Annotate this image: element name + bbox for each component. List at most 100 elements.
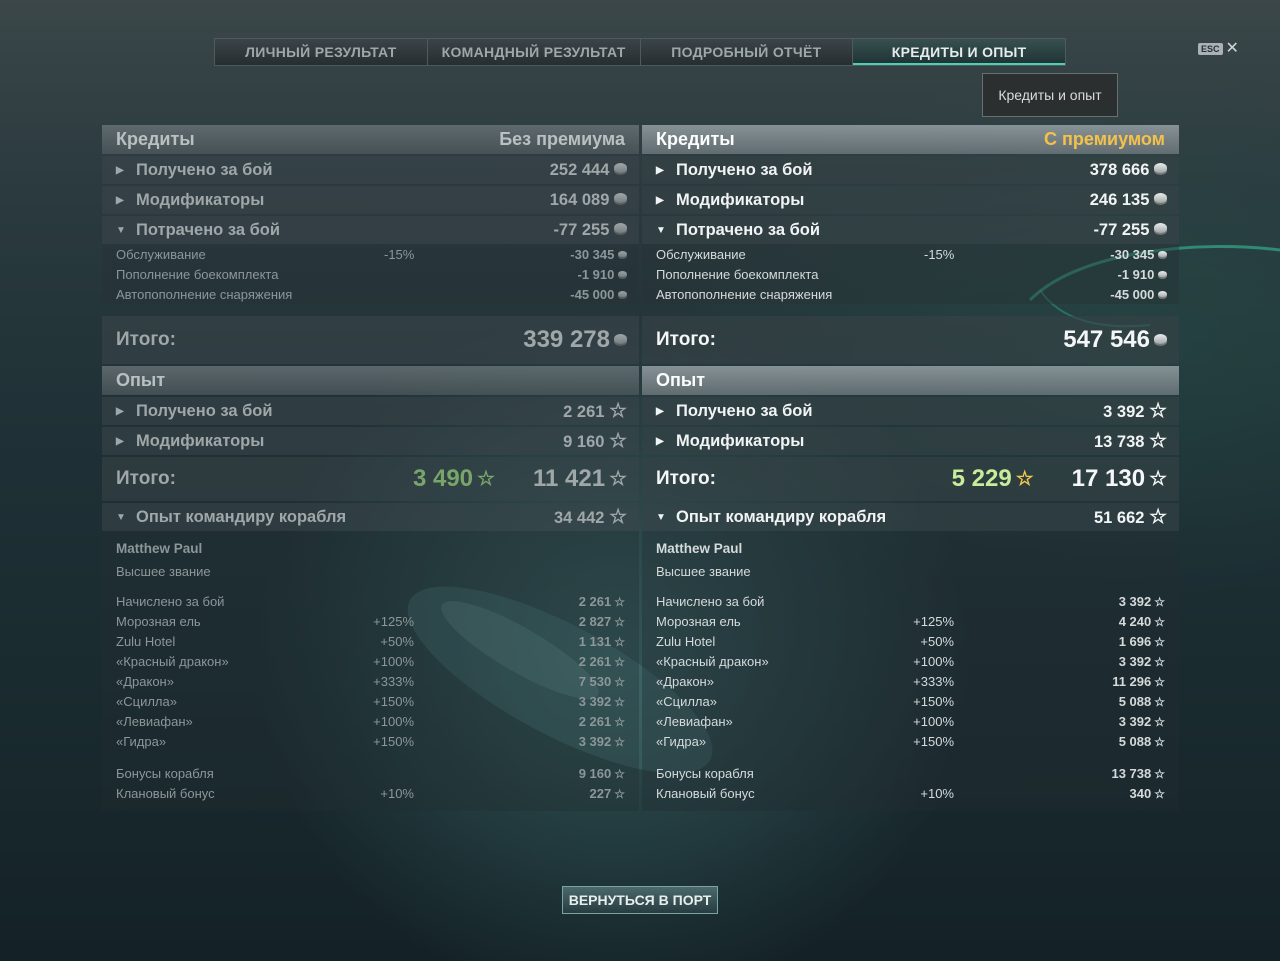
ship-bonus-row: Бонусы корабля 9 160 ☆	[116, 763, 625, 783]
xp-total-row: Итого: 3 490 ☆ 11 421 ☆	[102, 457, 639, 501]
bonus-row: «Красный дракон» +100% 2 261 ☆	[116, 651, 625, 671]
star-icon: ☆	[1154, 654, 1165, 669]
row-label: Потрачено за бой	[676, 220, 820, 239]
credits-total-value: 339 278	[523, 326, 610, 353]
xp-title: Опыт	[656, 370, 706, 390]
star-icon: ☆	[1154, 634, 1165, 649]
clan-bonus-value: 227	[589, 785, 612, 801]
row-label: Опыт командиру корабля	[136, 507, 347, 526]
commander-name: Matthew Paul	[116, 541, 203, 556]
star-icon: ☆	[609, 505, 627, 528]
panel-without-premium: Кредиты Без премиума ▶ Получено за бой 25…	[102, 125, 639, 811]
total-label: Итого:	[656, 468, 716, 489]
star-icon: ☆	[1154, 594, 1165, 609]
ship-bonus-label: Бонусы корабля	[656, 765, 754, 781]
xp-earned-row[interactable]: ▶ Получено за бой 3 392 ☆	[642, 397, 1179, 425]
bonus-pct: +50%	[380, 633, 414, 649]
xp-modifiers-value: 13 738	[1094, 432, 1145, 451]
credits-icon	[1154, 192, 1167, 205]
bonus-pct: +150%	[913, 693, 954, 709]
tab-team-result[interactable]: КОМАНДНЫЙ РЕЗУЛЬТАТ	[427, 39, 641, 65]
bonus-label: Zulu Hotel	[116, 633, 176, 649]
clan-bonus-row: Клановый бонус +10% 340 ☆	[656, 783, 1165, 811]
credits-earned-row[interactable]: ▶ Получено за бой 252 444	[102, 156, 639, 184]
expand-arrow-icon: ▶	[116, 405, 124, 417]
bonus-row: «Гидра» +150% 3 392 ☆	[116, 731, 625, 751]
expand-arrow-icon: ▶	[656, 405, 664, 417]
bonus-pct: +100%	[373, 653, 414, 669]
bonus-pct: +100%	[373, 713, 414, 729]
tab-detailed-report[interactable]: ПОДРОБНЫЙ ОТЧЁТ	[640, 39, 854, 65]
credits-icon	[1158, 250, 1167, 259]
bonus-label: «Гидра»	[656, 733, 707, 749]
xp-earned-value: 3 392	[1103, 402, 1145, 421]
bonus-row: Морозная ель +125% 2 827 ☆	[116, 611, 625, 631]
ammo-row: Пополнение боекомплекта -1 910	[102, 264, 639, 284]
star-icon: ☆	[1154, 694, 1165, 709]
credits-earned-row[interactable]: ▶ Получено за бой 378 666	[642, 156, 1179, 184]
star-icon: ☆	[609, 429, 627, 452]
bonus-label: «Красный дракон»	[656, 653, 769, 669]
close-button[interactable]: ESC ✕	[1198, 40, 1239, 57]
xp-header: Опыт	[642, 366, 1179, 395]
mode-label: Без премиума	[499, 129, 625, 149]
credits-icon	[1158, 270, 1167, 279]
star-icon: ☆	[1154, 614, 1165, 629]
clan-bonus-row: Клановый бонус +10% 227 ☆	[116, 783, 625, 811]
auto-resupply-value: -45 000	[570, 286, 615, 302]
clan-bonus-pct: +10%	[380, 785, 414, 801]
bonus-row: «Дракон» +333% 7 530 ☆	[116, 671, 625, 691]
bonus-value: 3 392	[578, 693, 612, 709]
tab-personal-result[interactable]: ЛИЧНЫЙ РЕЗУЛЬТАТ	[215, 39, 428, 65]
total-label: Итого:	[116, 329, 176, 350]
bonus-pct: +150%	[373, 693, 414, 709]
accrued-row: Начислено за бой 3 392 ☆	[656, 591, 1165, 611]
credits-icon	[614, 222, 627, 235]
accrued-label: Начислено за бой	[656, 593, 765, 609]
xp-modifiers-row[interactable]: ▶ Модификаторы 9 160 ☆	[102, 427, 639, 455]
credits-spent-row[interactable]: ▼ Потрачено за бой -77 255	[642, 216, 1179, 244]
accrued-label: Начислено за бой	[116, 593, 225, 609]
xp-modifiers-row[interactable]: ▶ Модификаторы 13 738 ☆	[642, 427, 1179, 455]
credits-modifiers-row[interactable]: ▶ Модификаторы 246 135	[642, 186, 1179, 214]
bonus-pct: +125%	[373, 613, 414, 629]
star-icon: ☆	[614, 594, 625, 609]
bonus-row: «Гидра» +150% 5 088 ☆	[656, 731, 1165, 751]
commander-xp-row[interactable]: ▼ Опыт командиру корабля 34 442 ☆	[102, 503, 639, 531]
expand-arrow-icon: ▶	[116, 164, 124, 176]
close-icon: ✕	[1225, 40, 1239, 57]
clan-bonus-label: Клановый бонус	[656, 785, 755, 801]
star-icon: ☆	[609, 399, 627, 422]
service-value: -30 345	[570, 246, 615, 262]
star-icon: ☆	[1149, 505, 1167, 528]
star-icon: ☆	[614, 614, 625, 629]
panel-with-premium: Кредиты С премиумом ▶ Получено за бой 378…	[642, 125, 1179, 811]
xp-total-value: 17 130	[1071, 465, 1146, 492]
commander-details: Matthew Paul Высшее звание Начислено за …	[102, 531, 639, 811]
collapse-arrow-icon: ▼	[656, 511, 666, 523]
star-icon: ☆	[614, 766, 625, 781]
tab-bar: ЛИЧНЫЙ РЕЗУЛЬТАТ КОМАНДНЫЙ РЕЗУЛЬТАТ ПОД…	[214, 38, 1066, 66]
star-icon: ☆	[1149, 468, 1167, 490]
credits-modifiers-row[interactable]: ▶ Модификаторы 164 089	[102, 186, 639, 214]
return-to-port-button[interactable]: ВЕРНУТЬСЯ В ПОРТ	[562, 886, 718, 914]
star-icon: ☆	[614, 674, 625, 689]
credits-icon	[1158, 290, 1167, 299]
commander-xp-row[interactable]: ▼ Опыт командиру корабля 51 662 ☆	[642, 503, 1179, 531]
row-label: Получено за бой	[136, 160, 273, 179]
expand-arrow-icon: ▶	[656, 194, 664, 206]
service-pct: -15%	[384, 246, 415, 262]
bonus-label: «Дракон»	[116, 673, 174, 689]
accrued-value: 3 392	[1118, 593, 1152, 609]
bonus-label: Морозная ель	[116, 613, 201, 629]
auto-resupply-label: Автопополнение снаряжения	[656, 286, 833, 302]
credits-icon	[614, 162, 627, 175]
bonus-label: «Сцилла»	[656, 693, 717, 709]
tab-credits-and-xp[interactable]: КРЕДИТЫ И ОПЫТ	[853, 39, 1065, 65]
tooltip: Кредиты и опыт	[982, 73, 1118, 117]
bonus-row: «Дракон» +333% 11 296 ☆	[656, 671, 1165, 691]
total-label: Итого:	[656, 329, 716, 350]
xp-earned-row[interactable]: ▶ Получено за бой 2 261 ☆	[102, 397, 639, 425]
credits-spent-row[interactable]: ▼ Потрачено за бой -77 255	[102, 216, 639, 244]
star-icon: ☆	[614, 694, 625, 709]
